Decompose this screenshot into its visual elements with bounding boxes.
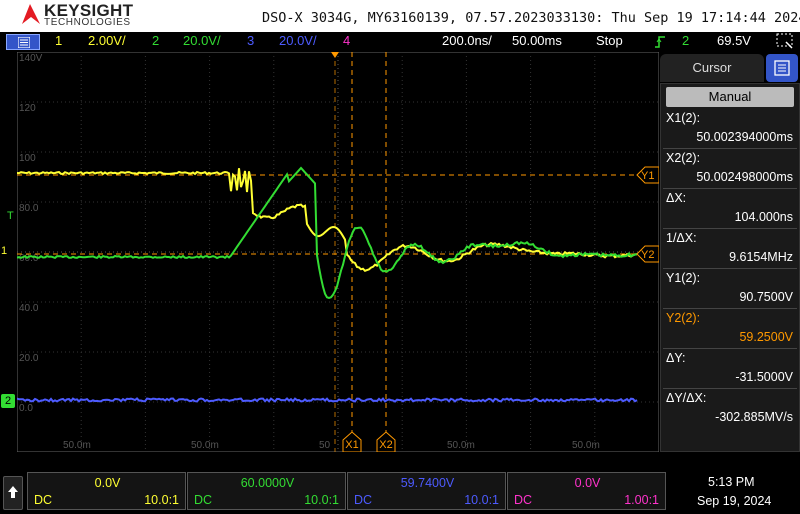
ch3-number[interactable]: 3 <box>247 33 254 48</box>
timebase-scale[interactable]: 200.0ns/ <box>442 33 492 48</box>
instrument-title: DSO-X 3034G, MY63160139, 07.57.202303313… <box>262 10 800 26</box>
expand-button[interactable] <box>3 476 23 510</box>
cursor-readout-value: -31.5000V <box>735 370 793 384</box>
channel-offset: 0.0V <box>574 476 601 490</box>
ch4-number[interactable]: 4 <box>343 33 350 48</box>
channel-coupling: DC <box>194 493 213 507</box>
svg-text:X2: X2 <box>379 439 392 451</box>
cursor-readout-label: ΔY/ΔX: <box>666 391 707 405</box>
y-axis-label: 100 <box>19 153 36 164</box>
cursor-readout-label: Y2(2): <box>666 311 701 325</box>
cursor-readout: Manual X1(2): 50.002394000ms X2(2): 50.0024… <box>660 83 800 452</box>
ch3-scale[interactable]: 20.0V/ <box>279 33 317 48</box>
horizontal-delay[interactable]: 50.00ms <box>512 33 562 48</box>
channel-2-info[interactable]: 60.0000V DC 10.0:1 <box>187 472 346 510</box>
channel-coupling: DC <box>34 493 53 507</box>
cursor-mode-button[interactable]: Manual <box>666 87 794 107</box>
channel-3-info[interactable]: 59.7400V DC 10.0:1 <box>347 472 506 510</box>
y-axis-label: 120 <box>19 103 36 114</box>
arrow-up-icon <box>8 486 18 498</box>
y-axis-label: 40.0 <box>19 303 39 314</box>
trigger-edge-icon <box>655 36 665 48</box>
svg-text:X1: X1 <box>345 439 358 451</box>
x-axis-label: 50 <box>319 440 331 451</box>
svg-text:Y2: Y2 <box>641 249 654 261</box>
channel-coupling: DC <box>354 493 373 507</box>
y-axis-label: 80.0 <box>19 203 39 214</box>
ch2-ground-marker[interactable]: 2 <box>1 394 15 408</box>
run-state[interactable]: Stop <box>596 33 623 48</box>
channel-probe-ratio: 10.0:1 <box>304 493 339 507</box>
main-menu-button[interactable] <box>6 34 40 50</box>
readout-divider <box>663 188 797 189</box>
ch1-ground-marker[interactable]: 1 <box>1 245 15 257</box>
cursor-readout-value: 50.002394000ms <box>696 130 793 144</box>
tab-cursor[interactable]: Cursor <box>660 54 764 82</box>
cursor-readout-value: 104.000ns <box>734 210 793 224</box>
panel-menu-button[interactable] <box>766 54 798 82</box>
channel-info-bar: 0.0V DC 10.0:1 60.0000V DC 10.0:1 59.7400V DC 10… <box>0 452 800 512</box>
y2-cursor-marker[interactable]: Y2 <box>636 245 659 263</box>
list-icon <box>774 60 790 76</box>
channel-offset: 59.7400V <box>400 476 455 490</box>
channel-1-info[interactable]: 0.0V DC 10.0:1 <box>27 472 186 510</box>
keysight-logo-icon <box>22 4 40 24</box>
svg-text:Y1: Y1 <box>641 170 654 182</box>
cursor-readout-label: 1/ΔX: <box>666 231 697 245</box>
cursor-readout-label: X2(2): <box>666 151 701 165</box>
cursor-readout-value: -302.885MV/s <box>715 410 793 424</box>
channel-coupling: DC <box>514 493 533 507</box>
readout-divider <box>663 148 797 149</box>
x-axis-label: 50.0m <box>63 440 91 451</box>
cursor-readout-label: ΔX: <box>666 191 687 205</box>
screen-capture-icon[interactable] <box>776 33 794 50</box>
y-axis-label: 140V <box>19 53 43 64</box>
menu-icon <box>18 37 30 48</box>
y-axis-label: 0.0 <box>19 403 33 414</box>
readout-divider <box>663 348 797 349</box>
channel-probe-ratio: 10.0:1 <box>464 493 499 507</box>
cursor-readout-label: X1(2): <box>666 111 701 125</box>
channel-offset: 60.0000V <box>240 476 295 490</box>
x-axis-label: 50.0m <box>447 440 475 451</box>
readout-divider <box>663 388 797 389</box>
trigger-source[interactable]: 2 <box>682 33 689 48</box>
y-axis-label: 20.0 <box>19 353 39 364</box>
cursor-readout-value: 90.7500V <box>739 290 793 304</box>
readout-divider <box>663 308 797 309</box>
channel-offset: 0.0V <box>94 476 121 490</box>
brand-subtitle: TECHNOLOGIES <box>44 17 131 28</box>
clock-date: Sep 19, 2024 <box>697 494 772 508</box>
y1-cursor-marker[interactable]: Y1 <box>636 166 659 184</box>
clock-time: 5:13 PM <box>708 475 755 489</box>
channel-4-info[interactable]: 0.0V DC 1.00:1 <box>507 472 666 510</box>
trigger-level[interactable]: 69.5V <box>717 33 751 48</box>
x-axis-label: 50.0m <box>191 440 219 451</box>
cursor-readout-value: 9.6154MHz <box>729 250 793 264</box>
ch2-number[interactable]: 2 <box>152 33 159 48</box>
title-header: KEYSIGHT TECHNOLOGIES DSO-X 3034G, MY631… <box>0 0 800 32</box>
waveform-display[interactable]: 140V12010080.060.040.020.00.0 50.0m 50.0m… <box>17 52 659 452</box>
cursor-readout-value: 59.2500V <box>739 330 793 344</box>
cursor-readout-label: Y1(2): <box>666 271 701 285</box>
cursor-panel: Cursor Manual X1(2): 50.002394000ms X2(2):… <box>660 52 800 452</box>
ch1-number[interactable]: 1 <box>55 33 62 48</box>
readout-divider <box>663 268 797 269</box>
trigger-level-marker[interactable]: T <box>7 210 14 222</box>
channel-status-bar: 1 2.00V/ 2 20.0V/ 3 20.0V/ 4 200.0ns/ 50… <box>0 32 800 52</box>
cursor-readout-label: ΔY: <box>666 351 686 365</box>
cursor-readout-value: 50.002498000ms <box>696 170 793 184</box>
channel-probe-ratio: 1.00:1 <box>624 493 659 507</box>
readout-divider <box>663 228 797 229</box>
x-axis-label: 50.0m <box>572 440 600 451</box>
ch1-scale[interactable]: 2.00V/ <box>88 33 126 48</box>
ch2-scale[interactable]: 20.0V/ <box>183 33 221 48</box>
channel-probe-ratio: 10.0:1 <box>144 493 179 507</box>
